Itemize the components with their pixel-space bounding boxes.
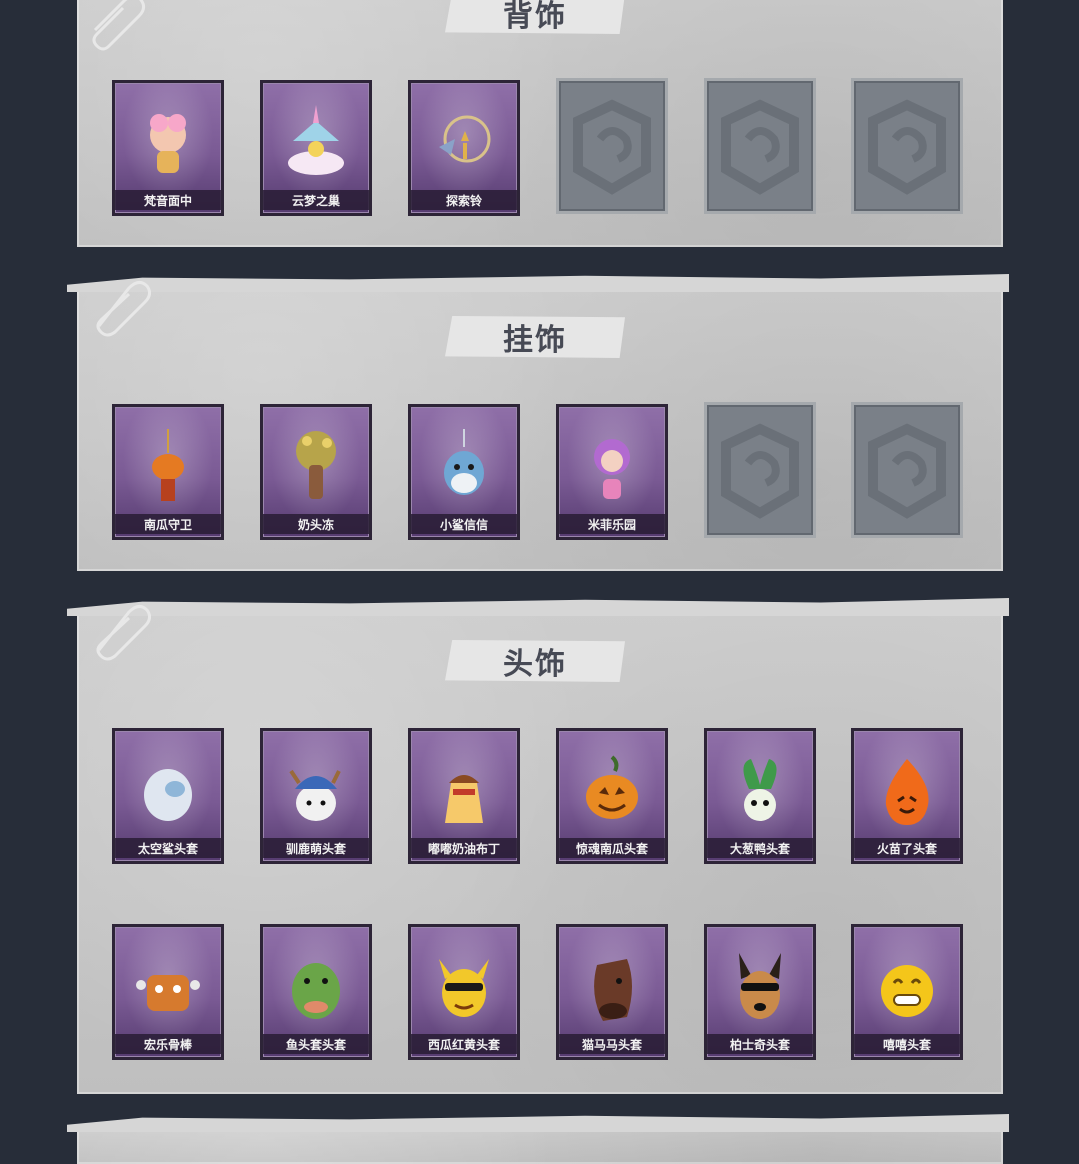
pumpkin-head-icon (586, 755, 638, 819)
item-label: 火苗了头套 (854, 838, 960, 858)
bell-wings-icon (439, 115, 491, 163)
item-label: 驯鹿萌头套 (263, 838, 369, 858)
horse-mask-icon (594, 959, 632, 1021)
item-label: 太空鲨头套 (115, 838, 221, 858)
item-slot[interactable]: 太空鲨头套 (112, 728, 224, 864)
item-slot[interactable]: 嘻嘻头套 (851, 924, 963, 1060)
paperclip-icon (92, 0, 146, 51)
yellow-critter-icon (439, 959, 489, 1017)
headwear-panel: 头饰 太空鲨头套 驯鹿萌头套 嘟嘟奶油布丁 惊魂南瓜头套 大葱鸭头套 火苗了头套… (77, 605, 1003, 1094)
item-slot[interactable]: 嘟嘟奶油布丁 (408, 728, 520, 864)
blue-shark-icon (444, 429, 484, 495)
item-label: 南瓜守卫 (115, 514, 221, 534)
section-title: 头饰 (445, 640, 625, 682)
reindeer-hat-icon (289, 769, 341, 821)
item-label: 米菲乐园 (559, 514, 665, 534)
item-label: 西瓜红黄头套 (411, 1034, 517, 1054)
item-slot[interactable]: 大葱鸭头套 (704, 728, 816, 864)
item-label: 鱼头套头套 (263, 1034, 369, 1054)
section-title: 背饰 (445, 0, 625, 34)
frog-mask-icon (292, 963, 340, 1019)
item-label: 云梦之巢 (263, 190, 369, 210)
item-slot[interactable]: 南瓜守卫 (112, 404, 224, 540)
pudding-head-icon (445, 775, 483, 823)
pumpkin-guard-icon (152, 429, 184, 501)
empty-slot-icon (721, 99, 799, 195)
empty-slot-icon (868, 423, 946, 519)
item-label: 奶头冻 (263, 514, 369, 534)
item-slot[interactable]: 火苗了头套 (851, 728, 963, 864)
item-slot[interactable]: 宏乐骨棒 (112, 924, 224, 1060)
item-slot[interactable]: 猫马马头套 (556, 924, 668, 1060)
next-panel-edge (77, 1124, 1003, 1164)
pendant-panel: 挂饰 南瓜守卫 奶头冻 小鲨信信 米菲乐园 (77, 281, 1003, 571)
purple-doll-icon (594, 439, 630, 499)
fire-sprite-icon (885, 759, 929, 825)
item-label: 嘻嘻头套 (854, 1034, 960, 1054)
empty-slot[interactable] (704, 78, 816, 214)
item-slot[interactable]: 云梦之巢 (260, 80, 372, 216)
item-slot[interactable]: 柏士奇头套 (704, 924, 816, 1060)
item-label: 嘟嘟奶油布丁 (411, 838, 517, 858)
item-slot[interactable]: 小鲨信信 (408, 404, 520, 540)
item-label: 探索铃 (411, 190, 517, 210)
item-slot[interactable]: 米菲乐园 (556, 404, 668, 540)
section-title: 挂饰 (445, 316, 625, 358)
scallion-head-icon (743, 759, 777, 821)
item-slot[interactable]: 梵音面中 (112, 80, 224, 216)
item-label: 大葱鸭头套 (707, 838, 813, 858)
item-label: 宏乐骨棒 (115, 1034, 221, 1054)
back-accessory-panel: 背饰 梵音面中 云梦之巢 探索铃 (77, 0, 1003, 247)
unicorn-nest-icon (288, 105, 344, 175)
item-slot[interactable]: 奶头冻 (260, 404, 372, 540)
empty-slot-icon (573, 99, 651, 195)
item-slot[interactable]: 驯鹿萌头套 (260, 728, 372, 864)
tree-spirit-icon (296, 431, 336, 499)
item-slot[interactable]: 鱼头套头套 (260, 924, 372, 1060)
paperclip-icon (96, 605, 151, 661)
bone-biscuit-icon (136, 975, 200, 1011)
item-slot[interactable]: 探索铃 (408, 80, 520, 216)
item-slot[interactable]: 惊魂南瓜头套 (556, 728, 668, 864)
empty-slot[interactable] (851, 402, 963, 538)
empty-slot[interactable] (556, 78, 668, 214)
item-slot[interactable]: 西瓜红黄头套 (408, 924, 520, 1060)
cherub-back-accessory-icon (150, 114, 186, 173)
empty-slot-icon (868, 99, 946, 195)
item-label: 惊魂南瓜头套 (559, 838, 665, 858)
grin-emoji-icon (881, 965, 933, 1017)
empty-slot[interactable] (704, 402, 816, 538)
empty-slot[interactable] (851, 78, 963, 214)
paperclip-icon (96, 281, 151, 337)
item-label: 小鲨信信 (411, 514, 517, 534)
shark-egg-helmet-icon (144, 769, 192, 821)
item-label: 柏士奇头套 (707, 1034, 813, 1054)
item-label: 猫马马头套 (559, 1034, 665, 1054)
dog-head-icon (739, 953, 781, 1019)
empty-slot-icon (721, 423, 799, 519)
item-label: 梵音面中 (115, 190, 221, 210)
